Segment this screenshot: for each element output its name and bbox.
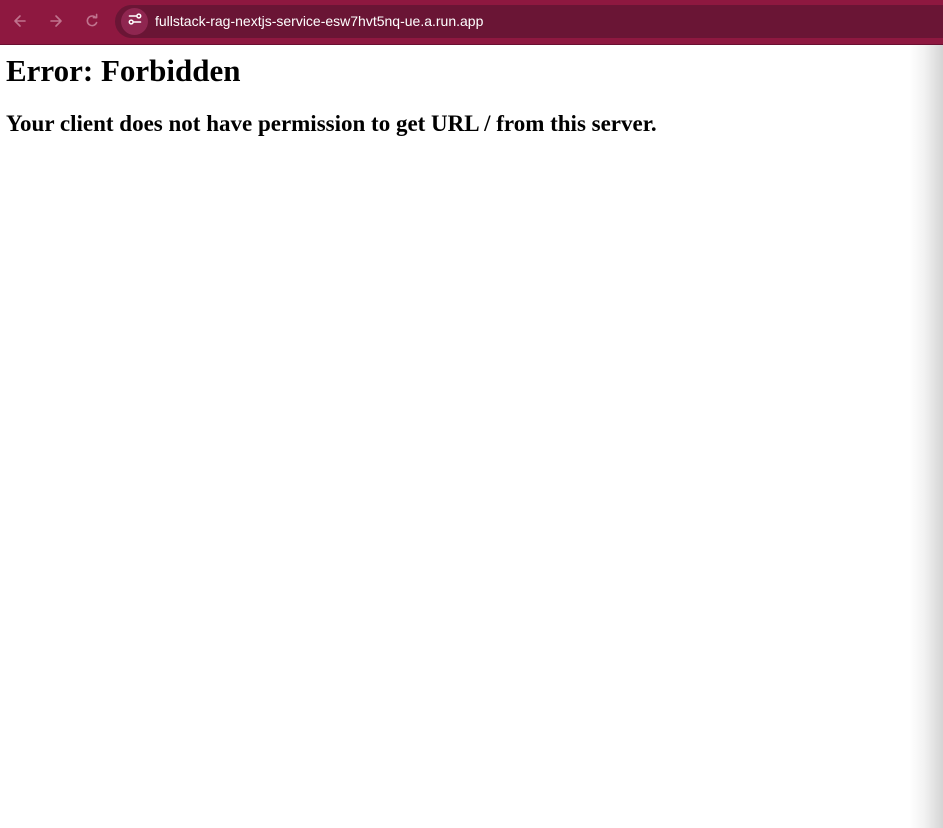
- arrow-right-icon: [48, 13, 64, 29]
- tune-icon: [127, 11, 143, 32]
- forward-button[interactable]: [42, 7, 70, 35]
- site-info-button[interactable]: [121, 8, 148, 35]
- address-bar[interactable]: fullstack-rag-nextjs-service-esw7hvt5nq-…: [115, 5, 943, 38]
- url-text[interactable]: fullstack-rag-nextjs-service-esw7hvt5nq-…: [155, 13, 483, 29]
- page-title: Error: Forbidden: [6, 53, 241, 88]
- browser-window: fullstack-rag-nextjs-service-esw7hvt5nq-…: [0, 0, 943, 828]
- reload-icon: [84, 13, 100, 29]
- page-content: Error: Forbidden Your client does not ha…: [0, 45, 943, 828]
- error-message: Your client does not have permission to …: [6, 111, 657, 136]
- arrow-left-icon: [12, 13, 28, 29]
- browser-toolbar: fullstack-rag-nextjs-service-esw7hvt5nq-…: [0, 0, 943, 45]
- back-button[interactable]: [6, 7, 34, 35]
- reload-button[interactable]: [78, 7, 106, 35]
